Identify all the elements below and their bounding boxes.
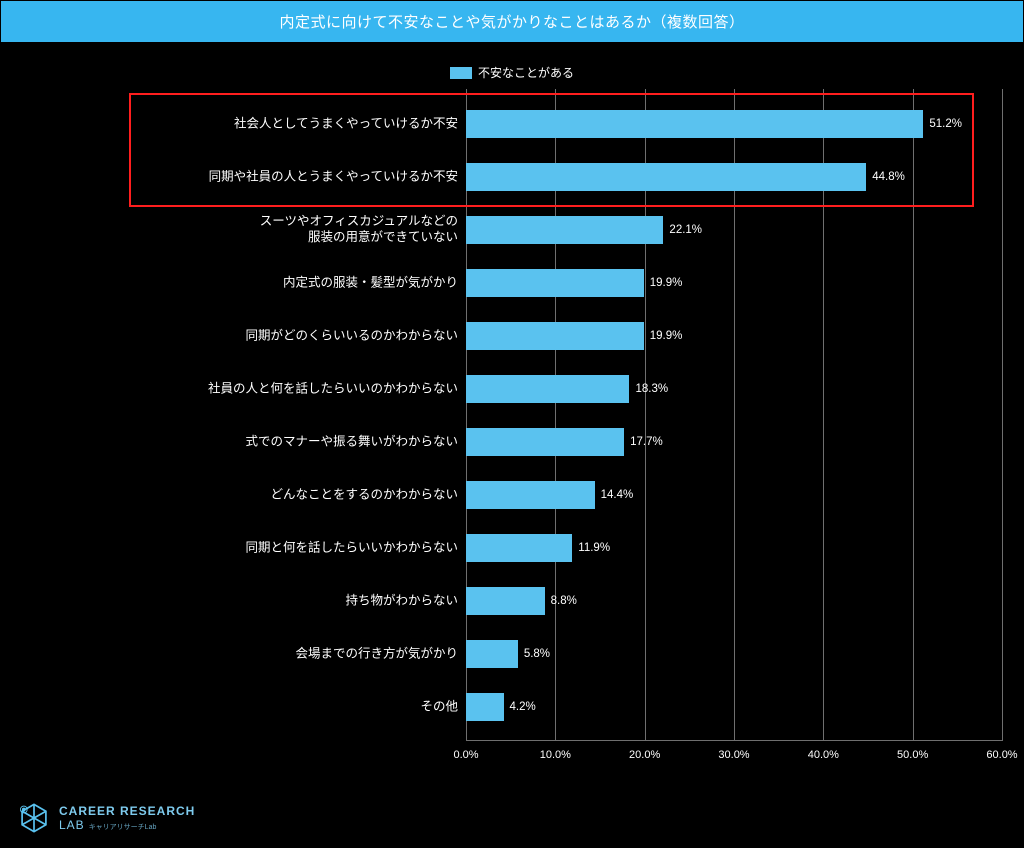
x-tick-label: 60.0% bbox=[986, 749, 1017, 761]
x-tick-label: 40.0% bbox=[808, 749, 839, 761]
chart-area: 不安なことがある 社会人としてうまくやっていけるか不安51.2%同期や社員の人と… bbox=[1, 42, 1023, 771]
x-tick-label: 0.0% bbox=[453, 749, 478, 761]
brand-logo-line1: CAREER RESEARCH bbox=[59, 804, 195, 818]
plot: 社会人としてうまくやっていけるか不安51.2%同期や社員の人とうまくやっていける… bbox=[19, 89, 1007, 761]
axis-bottom-line bbox=[466, 740, 1002, 741]
brand-logo: CAREER RESEARCH LABキャリアリサーチLab bbox=[17, 801, 195, 835]
legend: 不安なことがある bbox=[19, 64, 1005, 81]
x-tick-label: 30.0% bbox=[718, 749, 749, 761]
x-tick-label: 10.0% bbox=[540, 749, 571, 761]
brand-logo-sub: キャリアリサーチLab bbox=[89, 824, 157, 831]
x-tick-label: 50.0% bbox=[897, 749, 928, 761]
legend-swatch bbox=[450, 67, 472, 79]
chart-title: 内定式に向けて不安なことや気がかりなことはあるか（複数回答） bbox=[1, 1, 1023, 42]
axis-labels: 0.0%10.0%20.0%30.0%40.0%50.0%60.0% bbox=[19, 89, 1007, 761]
brand-logo-icon bbox=[17, 801, 51, 835]
legend-label: 不安なことがある bbox=[478, 64, 574, 81]
brand-logo-line2: LABキャリアリサーチLab bbox=[59, 818, 195, 832]
brand-logo-text: CAREER RESEARCH LABキャリアリサーチLab bbox=[59, 804, 195, 832]
x-tick-label: 20.0% bbox=[629, 749, 660, 761]
